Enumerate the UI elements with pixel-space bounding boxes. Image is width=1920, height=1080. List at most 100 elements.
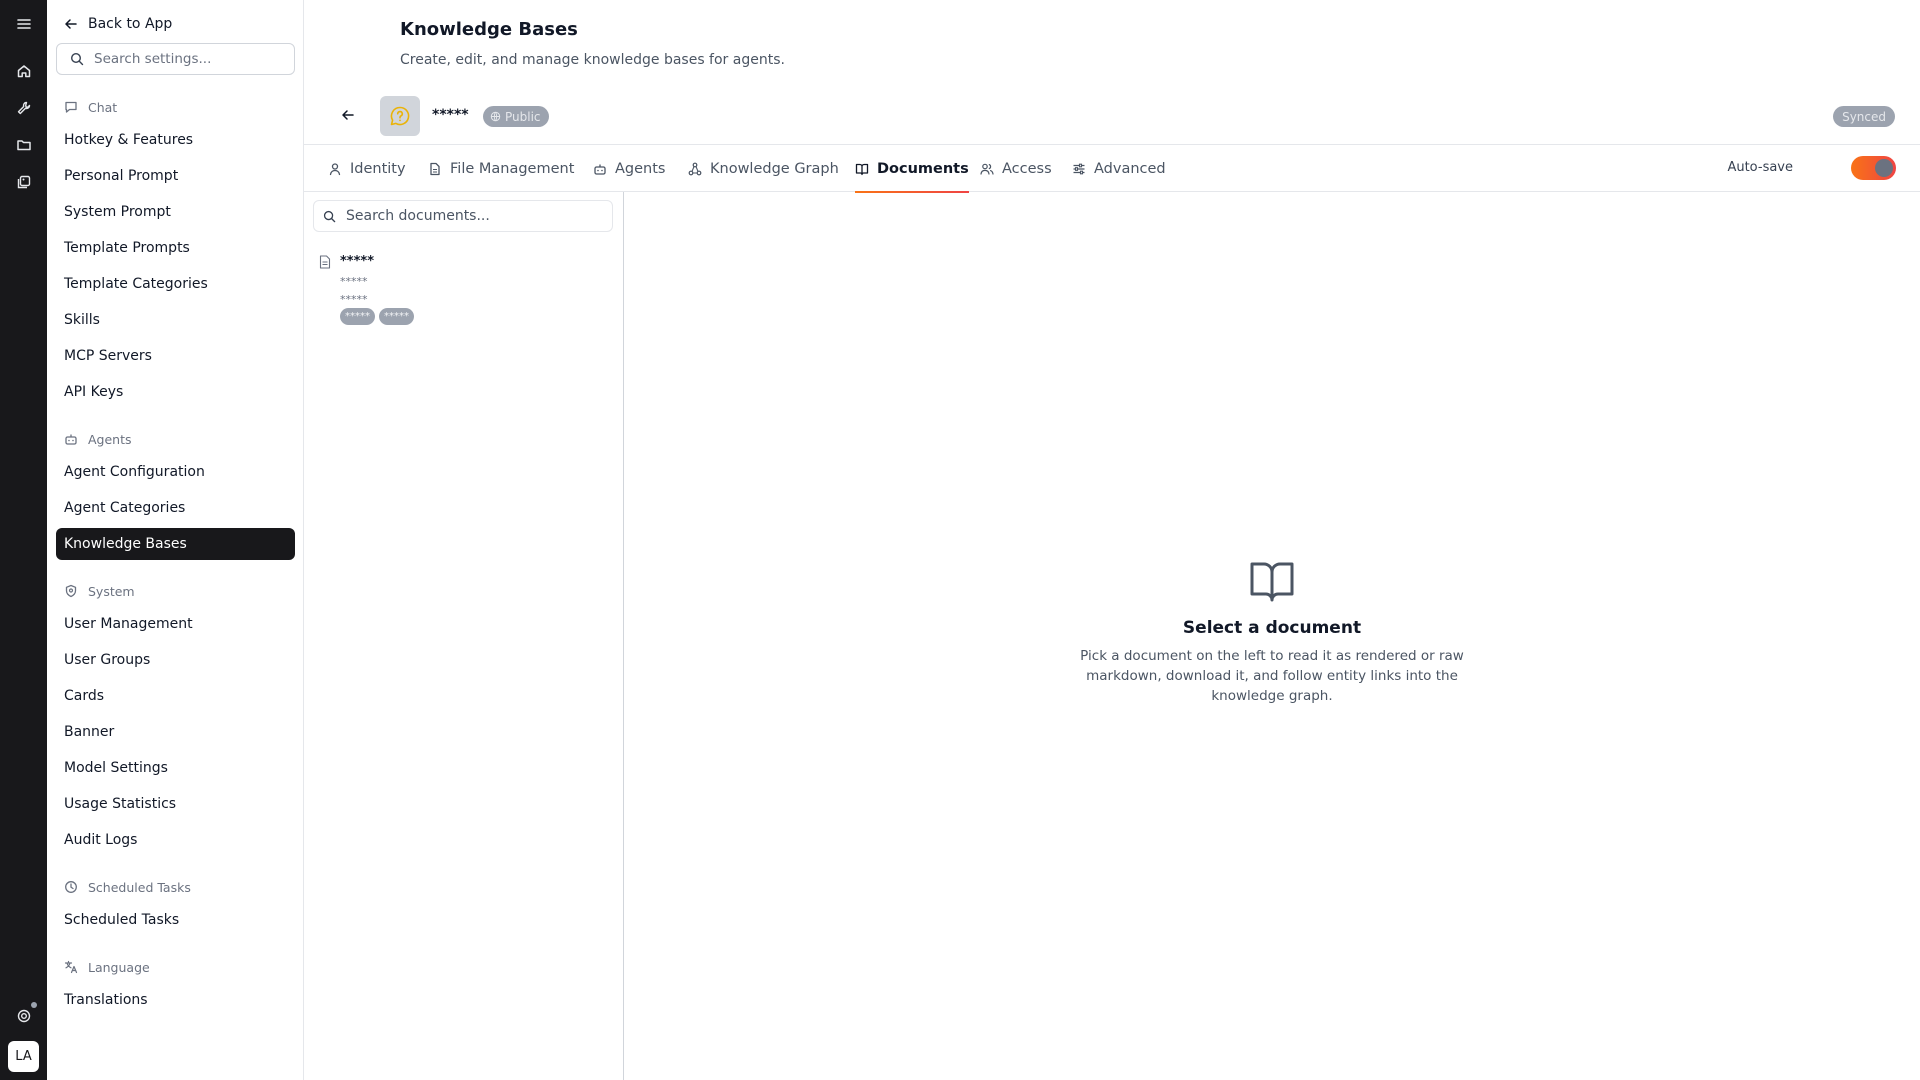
visibility-badge: Public xyxy=(483,106,549,127)
tab-file-management[interactable]: File Management xyxy=(428,145,574,192)
document-title: ***** xyxy=(340,254,374,269)
tab-access-label: Access xyxy=(1002,160,1052,177)
clock-icon xyxy=(64,880,78,894)
nav-system-prompt[interactable]: System Prompt xyxy=(56,196,295,228)
tab-access[interactable]: Access xyxy=(980,145,1052,192)
autosave-toggle[interactable] xyxy=(1851,156,1896,180)
document-tags: ***** ***** xyxy=(340,308,414,325)
document-meta-line: ***** xyxy=(340,293,368,306)
kb-back-button[interactable] xyxy=(337,104,359,126)
settings-search-input[interactable] xyxy=(94,51,274,67)
arrow-left-icon xyxy=(64,17,78,31)
document-tag: ***** xyxy=(340,308,375,325)
translate-icon xyxy=(64,960,78,974)
nav-mcp-servers[interactable]: MCP Servers xyxy=(56,340,295,372)
nav-api-keys[interactable]: API Keys xyxy=(56,376,295,408)
document-meta-line: ***** xyxy=(340,275,368,288)
section-language-label: Language xyxy=(88,959,150,975)
documents-panel: ***** ***** ***** ***** ***** xyxy=(304,192,624,1080)
tab-documents[interactable]: Documents xyxy=(855,145,969,193)
section-chat-label: Chat xyxy=(88,99,118,115)
empty-state-text: Pick a document on the left to read it a… xyxy=(1080,648,1464,704)
nav-user-management[interactable]: User Management xyxy=(56,608,295,640)
nav-hotkey-features[interactable]: Hotkey & Features xyxy=(56,124,295,156)
file-icon xyxy=(428,162,442,176)
nav-translations[interactable]: Translations xyxy=(56,984,295,1016)
tab-documents-label: Documents xyxy=(877,160,969,177)
section-agents: Agents xyxy=(64,429,132,449)
section-scheduled-tasks: Scheduled Tasks xyxy=(64,877,191,897)
section-language: Language xyxy=(64,957,150,977)
nav-agent-configuration[interactable]: Agent Configuration xyxy=(56,456,295,488)
search-icon xyxy=(70,52,84,66)
tab-advanced[interactable]: Advanced xyxy=(1072,145,1166,192)
nav-agent-categories[interactable]: Agent Categories xyxy=(56,492,295,524)
tab-agents-label: Agents xyxy=(615,160,666,177)
empty-state: Select a document Pick a document on the… xyxy=(1072,556,1472,706)
sliders-icon xyxy=(1072,162,1086,176)
autosave-label: Auto-save xyxy=(1727,160,1793,175)
nav-model-settings[interactable]: Model Settings xyxy=(56,752,295,784)
tab-identity-label: Identity xyxy=(350,160,406,177)
visibility-label: Public xyxy=(505,109,541,124)
settings-sidebar: Back to App Chat Hotkey & Features Perso… xyxy=(47,0,304,1080)
menu-icon[interactable] xyxy=(12,12,36,36)
nav-skills[interactable]: Skills xyxy=(56,304,295,336)
document-tag: ***** xyxy=(379,308,414,325)
graph-icon xyxy=(688,162,702,176)
tools-icon[interactable] xyxy=(12,96,36,120)
tab-knowledge-graph[interactable]: Knowledge Graph xyxy=(688,145,839,192)
tab-knowledge-graph-label: Knowledge Graph xyxy=(710,160,839,177)
nav-template-categories[interactable]: Template Categories xyxy=(56,268,295,300)
sync-status-badge: Synced xyxy=(1833,106,1895,127)
back-to-app-label: Back to App xyxy=(88,16,173,32)
nav-cards[interactable]: Cards xyxy=(56,680,295,712)
nav-usage-statistics[interactable]: Usage Statistics xyxy=(56,788,295,820)
documents-search[interactable] xyxy=(313,200,613,232)
documents-search-input[interactable] xyxy=(346,208,596,224)
gallery-icon[interactable] xyxy=(12,170,36,194)
home-icon[interactable] xyxy=(12,59,36,83)
section-system-label: System xyxy=(88,583,135,599)
nav-banner[interactable]: Banner xyxy=(56,716,295,748)
nav-personal-prompt[interactable]: Personal Prompt xyxy=(56,160,295,192)
page-subtitle: Create, edit, and manage knowledge bases… xyxy=(400,52,785,68)
document-list-item[interactable]: ***** ***** ***** ***** ***** xyxy=(314,254,614,334)
search-icon xyxy=(323,210,336,223)
app-rail: LA xyxy=(0,0,47,1080)
tab-agents[interactable]: Agents xyxy=(593,145,665,192)
user-avatar[interactable]: LA xyxy=(8,1041,39,1072)
globe-icon xyxy=(490,111,501,122)
user-icon xyxy=(328,162,342,176)
tab-file-management-label: File Management xyxy=(450,160,575,177)
nav-scheduled-tasks[interactable]: Scheduled Tasks xyxy=(56,904,295,936)
tab-advanced-label: Advanced xyxy=(1094,160,1166,177)
help-chat-icon xyxy=(389,105,411,127)
section-scheduled-label: Scheduled Tasks xyxy=(88,879,191,895)
notification-dot xyxy=(31,1002,37,1008)
kb-tabbar: Identity File Management Agents Knowledg… xyxy=(304,144,1920,193)
book-icon xyxy=(855,162,869,176)
bot-icon xyxy=(593,162,607,176)
nav-knowledge-bases[interactable]: Knowledge Bases xyxy=(56,528,295,560)
file-text-icon xyxy=(319,255,331,269)
toggle-knob xyxy=(1875,159,1893,177)
nav-user-groups[interactable]: User Groups xyxy=(56,644,295,676)
tab-identity[interactable]: Identity xyxy=(328,145,406,192)
section-system: System xyxy=(64,581,135,601)
section-chat: Chat xyxy=(64,97,117,117)
settings-search[interactable] xyxy=(56,43,295,75)
page-title: Knowledge Bases xyxy=(400,19,578,40)
section-agents-label: Agents xyxy=(88,431,132,447)
kb-name: ***** xyxy=(432,107,469,123)
folder-icon[interactable] xyxy=(12,133,36,157)
bot-icon xyxy=(64,432,78,446)
kb-avatar xyxy=(380,96,420,136)
shield-icon xyxy=(64,584,78,598)
empty-state-title: Select a document xyxy=(1182,618,1362,638)
nav-template-prompts[interactable]: Template Prompts xyxy=(56,232,295,264)
back-to-app-link[interactable]: Back to App xyxy=(64,14,172,34)
open-book-icon xyxy=(1248,556,1296,604)
nav-audit-logs[interactable]: Audit Logs xyxy=(56,824,295,856)
arrow-left-icon xyxy=(341,108,355,122)
